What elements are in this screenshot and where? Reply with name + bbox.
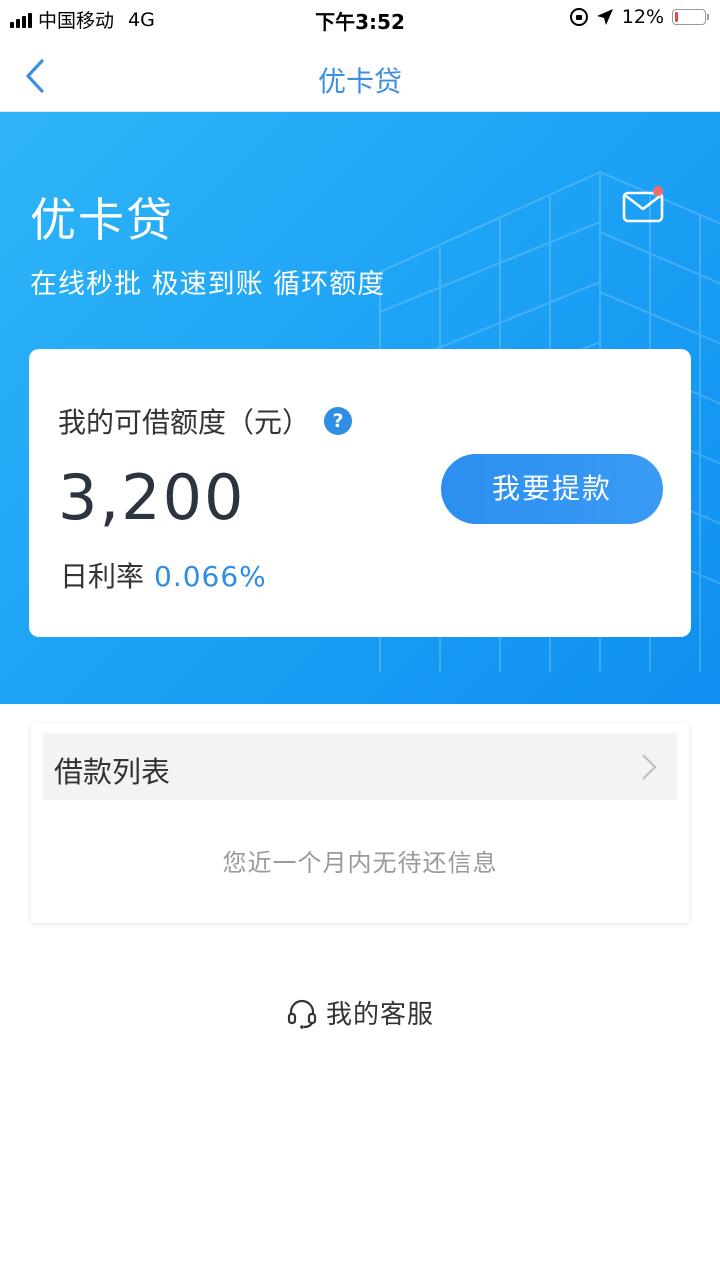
customer-service-label: 我的客服 bbox=[325, 1000, 434, 1030]
credit-limit-label-row: 我的可借额度（元） ? bbox=[58, 401, 353, 441]
credit-limit-label: 我的可借额度（元） bbox=[58, 406, 311, 439]
status-bar: 中国移动 4G 下午3:52 12% bbox=[0, 0, 720, 40]
chevron-right-icon bbox=[642, 754, 657, 780]
loan-list-title: 借款列表 bbox=[54, 755, 171, 789]
navigation-bar: 优卡贷 bbox=[0, 40, 720, 112]
help-icon[interactable]: ? bbox=[324, 407, 353, 435]
customer-service-link[interactable]: 我的客服 bbox=[0, 994, 720, 1031]
hero-banner: 优卡贷 在线秒批 极速到账 循环额度 我的可借额度（元） ? 3,200 日利率… bbox=[0, 112, 720, 704]
status-right: 12% bbox=[569, 6, 709, 28]
daily-rate-label: 日利率 bbox=[60, 560, 145, 593]
daily-rate-value: 0.066% bbox=[154, 560, 267, 593]
credit-limit-card: 我的可借额度（元） ? 3,200 日利率 0.066% 我要提款 bbox=[29, 349, 691, 637]
withdraw-button[interactable]: 我要提款 bbox=[441, 454, 663, 524]
loan-list-header[interactable]: 借款列表 bbox=[43, 733, 677, 800]
daily-rate-row: 日利率 0.066% bbox=[60, 555, 267, 595]
location-icon bbox=[596, 9, 613, 25]
battery-percent: 12% bbox=[621, 6, 664, 28]
battery-level bbox=[675, 12, 679, 22]
hero-title: 优卡贷 bbox=[30, 193, 174, 247]
notification-dot bbox=[653, 186, 663, 196]
rotation-lock-icon bbox=[569, 8, 588, 26]
hero-subtitle: 在线秒批 极速到账 循环额度 bbox=[30, 269, 386, 300]
loan-list-card: 借款列表 您近一个月内无待还信息 bbox=[31, 723, 689, 923]
loan-empty-message: 您近一个月内无待还信息 bbox=[222, 849, 498, 877]
battery-icon bbox=[672, 9, 709, 25]
page-title: 优卡贷 bbox=[317, 65, 402, 98]
credit-limit-amount: 3,200 bbox=[58, 461, 246, 534]
headset-icon bbox=[287, 999, 317, 1029]
